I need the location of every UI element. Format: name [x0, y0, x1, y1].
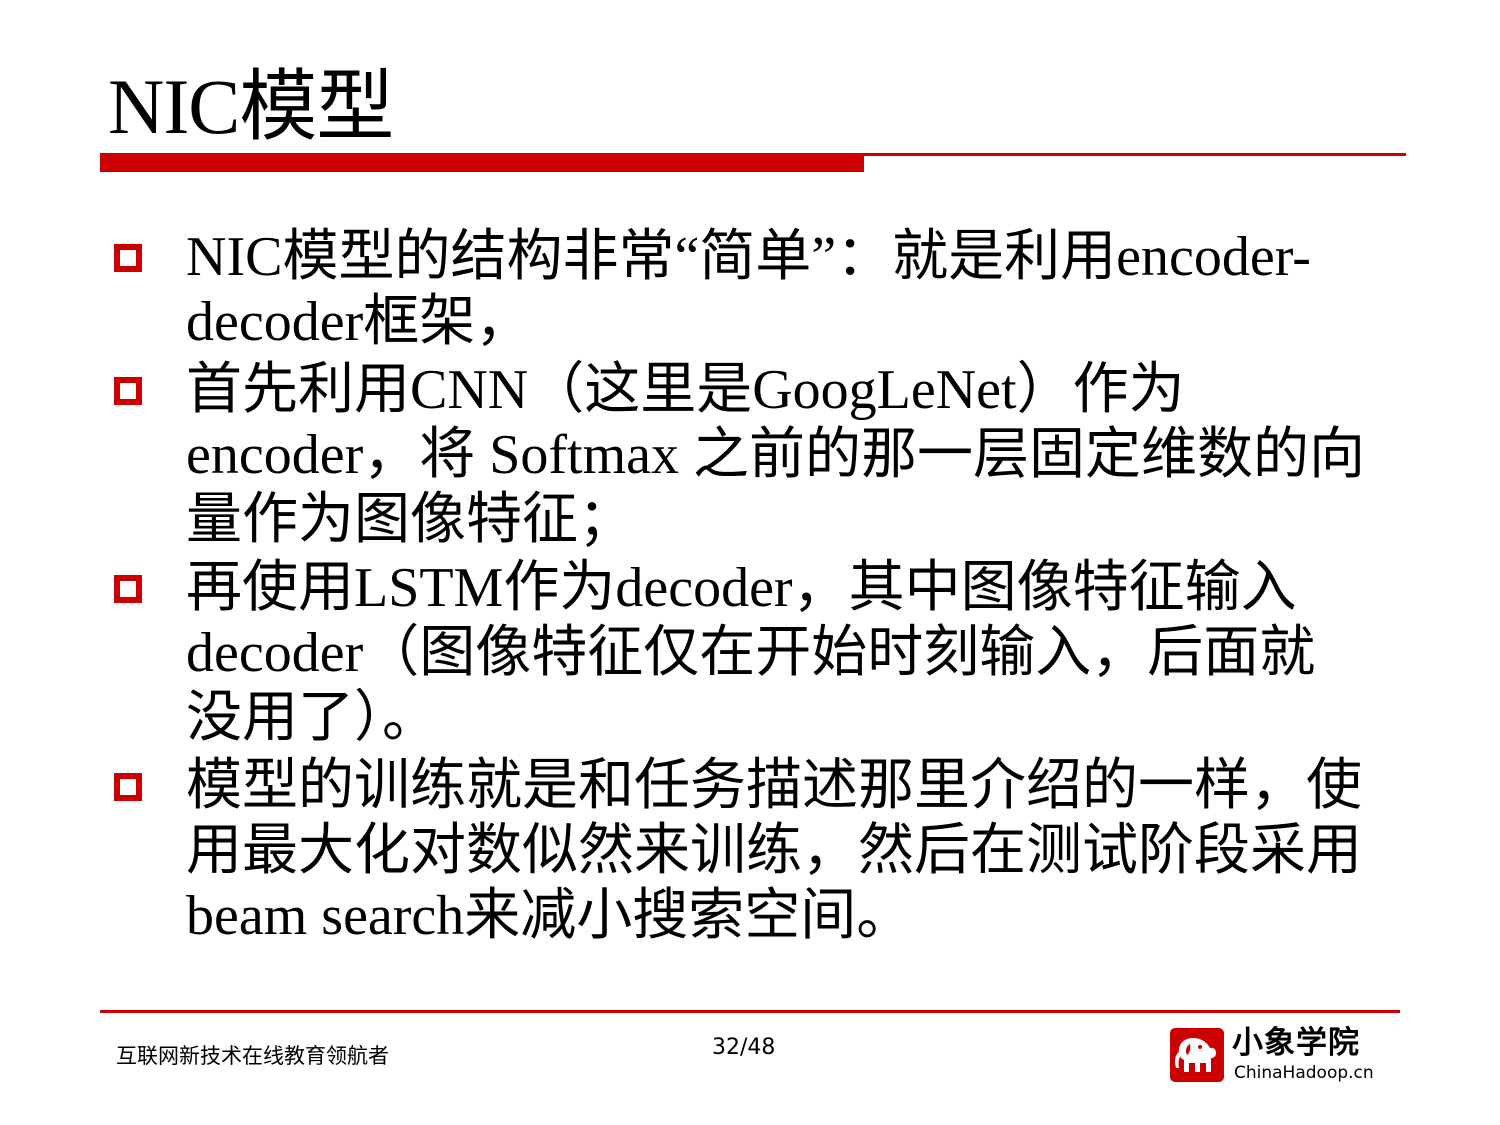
elephant-icon	[1170, 1028, 1224, 1082]
bullet-item: 再使用LSTM作为decoder，其中图像特征输入decoder（图像特征仅在开…	[110, 556, 1410, 751]
bullet-text: 再使用LSTM作为decoder，其中图像特征输入decoder（图像特征仅在开…	[186, 557, 1316, 749]
bullet-item: 模型的训练就是和任务描述那里介绍的一样，使用最大化对数似然来训练，然后在测试阶段…	[110, 754, 1410, 949]
brand-logo: 小象学院 ChinaHadoop.cn	[1170, 1025, 1392, 1086]
logo-url: ChinaHadoop.cn	[1234, 1063, 1374, 1083]
logo-name: 小象学院	[1232, 1025, 1360, 1061]
bullet-list: NIC模型的结构非常“简单”：就是利用encoder-decoder框架， 首先…	[110, 225, 1410, 952]
bullet-text: NIC模型的结构非常“简单”：就是利用encoder-decoder框架，	[186, 226, 1311, 353]
bullet-item: 首先利用CNN（这里是GoogLeNet）作为encoder，将 Softmax…	[110, 358, 1410, 553]
square-bullet-icon	[114, 244, 142, 272]
square-bullet-icon	[114, 575, 142, 603]
footer-tagline: 互联网新技术在线教育领航者	[116, 1044, 389, 1068]
bullet-item: NIC模型的结构非常“简单”：就是利用encoder-decoder框架，	[110, 225, 1410, 355]
square-bullet-icon	[114, 377, 142, 405]
footer-divider	[100, 1010, 1400, 1013]
slide-title: NIC模型	[108, 63, 394, 150]
title-underline-thick	[100, 156, 864, 172]
bullet-text: 模型的训练就是和任务描述那里介绍的一样，使用最大化对数似然来训练，然后在测试阶段…	[186, 755, 1362, 947]
bullet-text: 首先利用CNN（这里是GoogLeNet）作为encoder，将 Softmax…	[186, 359, 1365, 551]
page-number: 32/48	[712, 1035, 776, 1060]
square-bullet-icon	[114, 773, 142, 801]
